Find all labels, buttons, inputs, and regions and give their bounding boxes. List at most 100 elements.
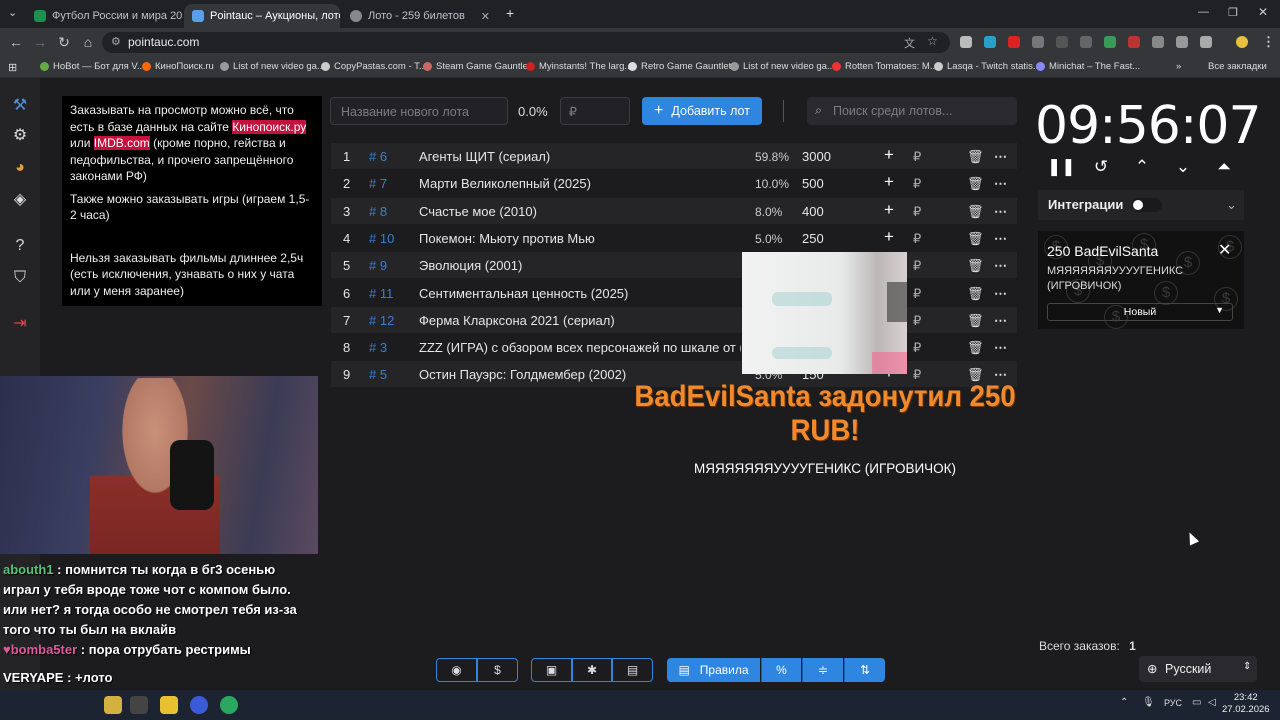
bookmark-item[interactable]: Minichat – The Fast... (1036, 61, 1140, 72)
bookmark-star-icon[interactable]: ☆ (927, 34, 938, 48)
github-button[interactable]: ◉ (436, 658, 477, 682)
home-icon[interactable]: ⌂ (76, 34, 100, 50)
bookmark-item[interactable]: Rotten Tomatoes: M... (832, 61, 938, 72)
extension-icon[interactable] (1008, 36, 1020, 48)
extension-icon[interactable] (1152, 36, 1164, 48)
lot-row[interactable]: 1 # 6 Агенты ЩИТ (сериал) 59.8% 3000 + ₽ 🗑 ⋯ (331, 143, 1017, 169)
taskbar-app-icon[interactable] (190, 696, 208, 714)
bookmark-item[interactable]: List of new video ga... (220, 61, 325, 72)
auction-hammer-icon[interactable]: ⚒ (10, 96, 30, 116)
volume-icon[interactable]: ◁ (1208, 697, 1216, 708)
taskbar-app-icon[interactable] (104, 696, 122, 714)
close-icon[interactable]: ✕ (1218, 240, 1231, 260)
lot-row[interactable]: 5# 9Эволюция (2001)+₽🗑⋯ (331, 252, 1017, 279)
new-lot-input[interactable]: Название нового лота (330, 97, 508, 125)
maximize-icon[interactable]: ❐ (1228, 6, 1238, 19)
back-icon[interactable]: ← (4, 34, 28, 50)
avatar[interactable] (1236, 36, 1248, 48)
ruble-icon[interactable]: ₽ (913, 204, 921, 220)
lot-name[interactable]: Агенты ЩИТ (сериал) (419, 149, 741, 164)
trash-icon[interactable]: 🗑 (967, 340, 984, 356)
tray-chevron-icon[interactable]: ⌃ (1120, 697, 1128, 708)
sort-button[interactable]: ⇅ (844, 658, 885, 682)
extension-icon[interactable] (1056, 36, 1068, 48)
bookmark-item[interactable]: Lasqa - Twitch statis... (934, 61, 1041, 72)
lot-amount[interactable]: 400 (802, 204, 824, 219)
lot-name[interactable]: Марти Великолепный (2025) (419, 176, 741, 191)
chevron-down-icon[interactable]: ⌄ (1170, 157, 1196, 177)
ruble-icon[interactable]: ₽ (913, 149, 921, 165)
more-icon[interactable]: ⋯ (994, 258, 1007, 274)
more-icon[interactable]: ⋯ (994, 176, 1007, 192)
bookmark-item[interactable]: HoBot — Бот для V... (40, 61, 145, 72)
minimize-icon[interactable]: — (1198, 6, 1209, 18)
add-lot-button[interactable]: + Добавить лот (642, 97, 762, 125)
donate-button[interactable]: $ (477, 658, 518, 682)
language-select[interactable]: ⊕ Русский ⇕ (1139, 656, 1257, 682)
logout-icon[interactable]: ⇥ (10, 314, 30, 334)
bookmark-item[interactable]: List of new video ga... (730, 61, 835, 72)
more-bookmarks-icon[interactable]: » (1176, 61, 1181, 72)
lot-name[interactable]: Ферма Кларксона 2021 (сериал) (419, 313, 741, 328)
more-icon[interactable]: ⋯ (994, 313, 1007, 329)
site-info-icon[interactable]: ⚙ (111, 35, 121, 48)
bug-report-button[interactable]: ✱ (572, 658, 612, 682)
lot-row[interactable]: 6# 11Сентиментальная ценность (2025)+₽🗑⋯ (331, 280, 1017, 306)
new-tab-button[interactable]: + (506, 5, 514, 21)
new-lot-amount-input[interactable]: ₽ (560, 97, 630, 125)
lot-id[interactable]: # 7 (369, 176, 387, 191)
split-button[interactable]: ≑ (802, 658, 843, 682)
reset-icon[interactable]: ↺ (1088, 157, 1114, 177)
layers-icon[interactable]: ◈ (10, 190, 30, 210)
lot-row[interactable]: 2 # 7 Марти Великолепный (2025) 10.0% 500 + ₽ 🗑… (331, 170, 1017, 196)
imdb-link[interactable]: IMDB.com (93, 136, 150, 150)
microphone-icon[interactable]: 🎙 (1142, 697, 1155, 708)
more-icon[interactable]: ⋯ (994, 231, 1007, 247)
lot-name[interactable]: Эволюция (2001) (419, 258, 741, 273)
tab-pointauc[interactable]: Pointauc – Аукционы, лотерея ✕ (184, 4, 340, 28)
lot-name[interactable]: Сентиментальная ценность (2025) (419, 286, 741, 301)
bookmark-item[interactable]: КиноПоиск.ru (142, 61, 214, 72)
kinopoisk-link[interactable]: Кинопоиск.ру (232, 119, 307, 134)
tab-loto[interactable]: Лото - 259 билетов ✕ (342, 4, 498, 28)
lot-row[interactable]: 3 # 8 Счастье мое (2010) 8.0% 400 + ₽ 🗑 ⋯ (331, 197, 1017, 224)
integrations-toggle[interactable] (1132, 198, 1162, 212)
trash-icon[interactable]: 🗑 (967, 176, 984, 192)
lot-row[interactable]: 8 # 3 ZZZ (ИГРА) с обзором всех персонажей… (331, 334, 1017, 360)
ruble-icon[interactable]: ₽ (913, 231, 921, 247)
extension-icon[interactable] (1032, 36, 1044, 48)
menu-dots-icon[interactable]: ⋮ (1262, 34, 1275, 50)
lot-row[interactable]: 4 # 10 Покемон: Мьюту против Мью 5.0% 250 + ₽ 🗑… (331, 225, 1017, 251)
extension-icon[interactable] (984, 36, 996, 48)
all-bookmarks[interactable]: Все закладки (1208, 61, 1267, 72)
lot-id[interactable]: # 3 (369, 340, 387, 355)
extension-icon[interactable] (1128, 36, 1140, 48)
more-icon[interactable]: ⋯ (994, 286, 1007, 302)
lot-id[interactable]: # 8 (369, 204, 387, 219)
language-indicator[interactable]: РУС (1164, 698, 1182, 708)
tab-football[interactable]: Футбол России и мира 2026 - ✕ (26, 4, 182, 28)
chevron-down-icon[interactable]: ⌄ (1226, 197, 1237, 213)
settings-gear-icon[interactable]: ⚙ (10, 126, 30, 146)
tab-search-icon[interactable]: ⌄ (8, 6, 17, 19)
more-icon[interactable]: ⋯ (994, 340, 1007, 356)
double-chevron-up-icon[interactable]: ⏶ (1211, 157, 1237, 177)
bookmark-item[interactable]: Retro Game Gauntlet (628, 61, 731, 72)
bookmark-item[interactable]: Steam Game Gauntlet (423, 61, 531, 72)
close-window-icon[interactable]: ✕ (1258, 5, 1268, 19)
more-icon[interactable]: ⋯ (994, 149, 1007, 165)
plus-icon[interactable]: + (884, 145, 894, 165)
close-icon[interactable]: ✕ (475, 10, 490, 23)
plus-icon[interactable]: + (884, 227, 894, 247)
lot-id[interactable]: # 11 (369, 286, 393, 301)
ruble-icon[interactable]: ₽ (913, 340, 921, 356)
lot-id[interactable]: # 5 (369, 367, 387, 382)
save-button[interactable]: ▣ (531, 658, 572, 682)
shield-icon[interactable]: ⛉ (10, 268, 30, 288)
taskbar-app-icon[interactable] (130, 696, 148, 714)
taskbar-app-icon[interactable] (220, 696, 238, 714)
trash-icon[interactable]: 🗑 (967, 231, 984, 247)
reload-icon[interactable]: ↻ (52, 34, 76, 51)
lot-amount[interactable]: 250 (802, 231, 824, 246)
address-bar[interactable]: ⚙ pointauc.com 文 ☆ (102, 32, 950, 53)
